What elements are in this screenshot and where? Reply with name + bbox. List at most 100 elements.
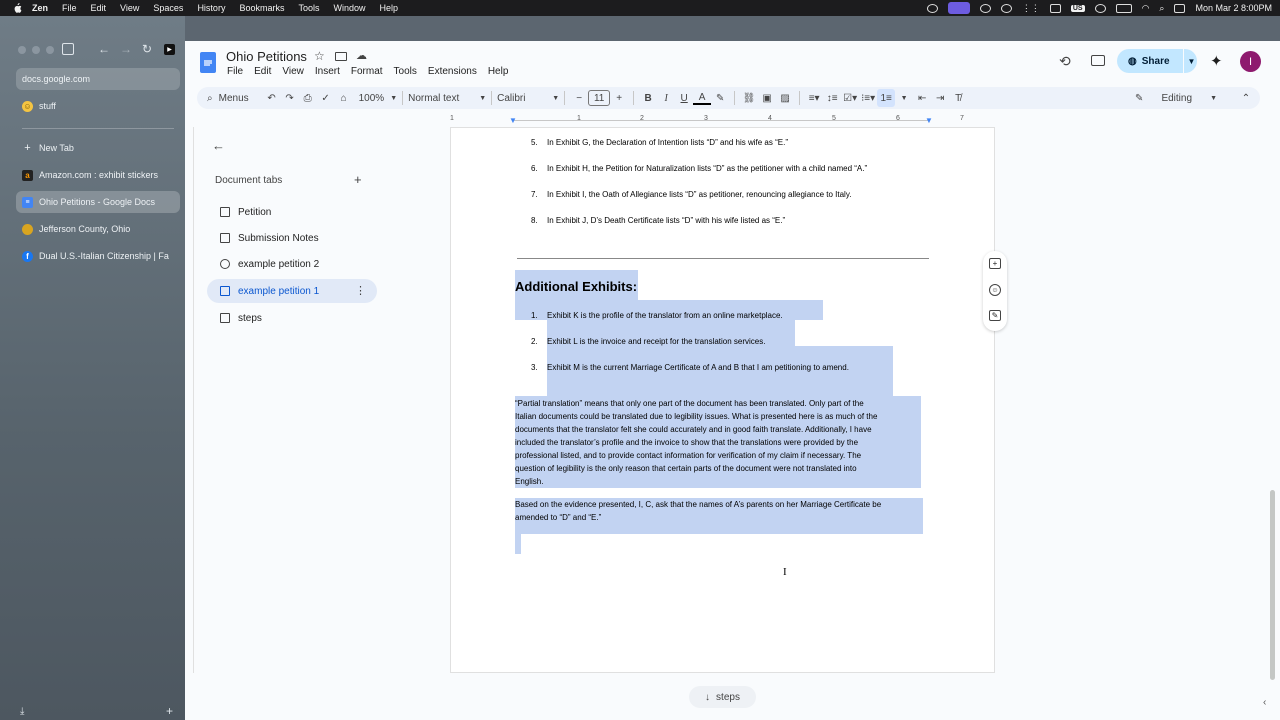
- undo-icon[interactable]: ↶: [263, 89, 281, 107]
- menu-history[interactable]: History: [197, 3, 225, 13]
- gemini-icon[interactable]: ✦: [1210, 52, 1223, 70]
- document-title[interactable]: Ohio Petitions: [226, 49, 307, 64]
- docs-menu-edit[interactable]: Edit: [254, 66, 271, 77]
- url-bar[interactable]: docs.google.com: [16, 68, 180, 90]
- apple-icon[interactable]: [12, 3, 22, 13]
- sidebar-toggle-icon[interactable]: [62, 43, 74, 55]
- emoji-reaction-icon[interactable]: ☺: [989, 284, 1001, 296]
- menu-tools[interactable]: Tools: [298, 3, 319, 13]
- docs-menu-format[interactable]: Format: [351, 66, 383, 77]
- docs-menu-file[interactable]: File: [227, 66, 243, 77]
- increase-font-size-icon[interactable]: +: [610, 89, 628, 107]
- clock[interactable]: Mon Mar 2 8:00PM: [1195, 3, 1272, 13]
- star-icon[interactable]: ☆: [314, 49, 325, 63]
- collapse-toolbar-icon[interactable]: ⌃: [1237, 89, 1255, 107]
- doc-tab-petition[interactable]: Petition: [207, 201, 377, 223]
- more-options-icon[interactable]: ⋮: [355, 284, 366, 297]
- comments-icon[interactable]: [1091, 55, 1105, 66]
- status-icon-2[interactable]: [979, 3, 991, 13]
- italic-icon[interactable]: I: [657, 89, 675, 107]
- doc-tab-example-petition-2[interactable]: example petition 2: [207, 253, 377, 275]
- paint-format-icon[interactable]: ⌂: [335, 89, 353, 107]
- menu-view[interactable]: View: [120, 3, 139, 13]
- add-comment-icon[interactable]: +: [989, 258, 1001, 269]
- menu-spaces[interactable]: Spaces: [153, 3, 183, 13]
- cloud-status-icon[interactable]: ☁: [356, 49, 367, 62]
- back-arrow-icon[interactable]: ←: [212, 138, 225, 153]
- spellcheck-icon[interactable]: ✓: [317, 89, 335, 107]
- tab-amazon[interactable]: a Amazon.com : exhibit stickers: [16, 164, 180, 186]
- doc-tab-steps[interactable]: steps: [207, 307, 377, 329]
- print-icon[interactable]: ⎙: [299, 89, 317, 107]
- decrease-indent-icon[interactable]: ⇤: [913, 89, 931, 107]
- tab-jefferson-county[interactable]: Jefferson County, Ohio: [16, 218, 180, 240]
- add-comment-icon[interactable]: ▣: [758, 89, 776, 107]
- zoom-select[interactable]: 100% ▼: [359, 89, 398, 107]
- add-tab-icon[interactable]: +: [354, 172, 362, 187]
- clear-formatting-icon[interactable]: T̸: [949, 89, 967, 107]
- increase-indent-icon[interactable]: ⇥: [931, 89, 949, 107]
- numbered-list-options-icon[interactable]: ▼: [895, 89, 913, 107]
- docs-menu-view[interactable]: View: [282, 66, 304, 77]
- docs-logo-icon[interactable]: [200, 52, 216, 73]
- status-icon-4[interactable]: [1049, 3, 1061, 13]
- doc-tab-submission-notes[interactable]: Submission Notes: [207, 227, 377, 249]
- add-space-icon[interactable]: +: [166, 704, 173, 718]
- status-app-icon[interactable]: [926, 3, 938, 13]
- input-source[interactable]: US: [1070, 4, 1085, 12]
- numbered-list-icon[interactable]: 1≡: [877, 89, 896, 107]
- tab-dual-citizenship[interactable]: f Dual U.S.-Italian Citizenship | Fa: [16, 245, 180, 267]
- document-page[interactable]: 5. In Exhibit G, the Declaration of Inte…: [450, 127, 995, 673]
- play-icon[interactable]: [1094, 3, 1106, 13]
- battery-icon[interactable]: [1115, 3, 1132, 13]
- tab-ohio-petitions[interactable]: ≡ Ohio Petitions - Google Docs: [16, 191, 180, 213]
- redo-icon[interactable]: ↷: [281, 89, 299, 107]
- menu-bookmarks[interactable]: Bookmarks: [239, 3, 284, 13]
- vertical-scrollbar[interactable]: [1270, 490, 1275, 680]
- media-icon[interactable]: ▶: [164, 44, 175, 55]
- line-spacing-icon[interactable]: ↕≡: [823, 89, 841, 107]
- new-tab-button[interactable]: + New Tab: [16, 137, 180, 159]
- chevron-left-icon[interactable]: ‹: [1263, 697, 1266, 708]
- share-button[interactable]: ◍ Share ▼: [1117, 49, 1197, 73]
- font-select[interactable]: Calibri ▼: [497, 89, 559, 107]
- bulleted-list-icon[interactable]: ⁝≡▾: [859, 89, 877, 107]
- bold-icon[interactable]: B: [639, 89, 657, 107]
- docs-menu-tools[interactable]: Tools: [394, 66, 417, 77]
- text-color-icon[interactable]: A: [693, 91, 712, 105]
- editing-mode-select[interactable]: ✎ Editing ▼: [1135, 89, 1217, 107]
- checklist-icon[interactable]: ☑▾: [841, 89, 859, 107]
- chevron-down-icon[interactable]: ▼: [1188, 57, 1196, 66]
- close-window-button[interactable]: [18, 46, 26, 54]
- align-icon[interactable]: ≡▾: [805, 89, 823, 107]
- avatar[interactable]: I: [1240, 51, 1261, 72]
- back-arrow-icon[interactable]: ←: [98, 42, 110, 56]
- menu-file[interactable]: File: [62, 3, 77, 13]
- link-icon[interactable]: ⛓: [740, 89, 758, 107]
- insert-image-icon[interactable]: ▨: [776, 89, 794, 107]
- right-indent-marker[interactable]: ▼: [925, 116, 933, 125]
- doc-tab-example-petition-1[interactable]: example petition 1 ⋮: [207, 279, 377, 303]
- pinned-item-stuff[interactable]: ☺ stuff: [16, 95, 180, 117]
- font-size-input[interactable]: 11: [588, 90, 611, 106]
- download-icon[interactable]: ⤓: [20, 706, 24, 717]
- minimize-window-button[interactable]: [32, 46, 40, 54]
- grid-menu-icon[interactable]: ⋮⋮: [1022, 3, 1040, 14]
- move-folder-icon[interactable]: [335, 52, 347, 61]
- highlight-icon[interactable]: ✎: [711, 89, 729, 107]
- search-menus[interactable]: ⌕ Menus: [197, 89, 255, 107]
- menu-help[interactable]: Help: [380, 3, 399, 13]
- maximize-window-button[interactable]: [46, 46, 54, 54]
- search-icon[interactable]: ⌕: [1159, 3, 1164, 14]
- reload-icon[interactable]: ↻: [142, 42, 152, 56]
- underline-icon[interactable]: U: [675, 89, 693, 107]
- left-indent-marker[interactable]: ▼: [509, 116, 517, 125]
- menu-window[interactable]: Window: [333, 3, 365, 13]
- screen-share-icon[interactable]: [947, 2, 970, 14]
- wifi-icon[interactable]: ◠: [1142, 3, 1150, 14]
- docs-menu-help[interactable]: Help: [488, 66, 509, 77]
- forward-arrow-icon[interactable]: →: [120, 42, 132, 56]
- version-history-icon[interactable]: ⟲: [1059, 53, 1071, 70]
- docs-menu-insert[interactable]: Insert: [315, 66, 340, 77]
- docs-menu-extensions[interactable]: Extensions: [428, 66, 477, 77]
